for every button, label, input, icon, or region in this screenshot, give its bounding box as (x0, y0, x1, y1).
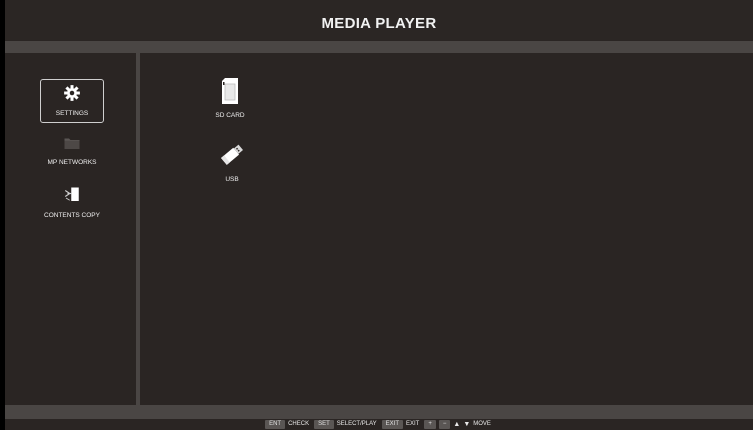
exit-label: EXIT (406, 421, 420, 427)
sidebar-item-label: SETTINGS (55, 110, 89, 117)
sidebar-item-contents-copy[interactable]: CONTENTS COPY (40, 186, 104, 219)
set-key: SET (314, 420, 334, 429)
exit-key: EXIT (381, 420, 403, 429)
sidebar-item-label: MP NETWORKS (47, 159, 97, 166)
move-label: MOVE (473, 421, 491, 427)
ent-key: ENT (265, 420, 286, 429)
sd-card-item[interactable]: SD CARD (200, 78, 260, 119)
usb-drive-icon (218, 140, 246, 173)
sd-card-label: SD CARD (215, 112, 245, 119)
usb-label: USB (225, 176, 239, 183)
file-browser: SD CARD USB (140, 53, 753, 405)
copy-icon (63, 186, 81, 209)
sidebar-item-mp-networks[interactable]: MP NETWORKS (40, 135, 104, 166)
top-divider (5, 41, 753, 53)
usb-item[interactable]: USB (202, 140, 262, 183)
minus-key: − (438, 420, 451, 429)
plus-key: + (424, 420, 436, 429)
sd-card-icon (222, 78, 238, 109)
title-bar: MEDIA PLAYER (5, 0, 753, 40)
page-title: MEDIA PLAYER (321, 14, 437, 32)
media-player-screen: MEDIA PLAYER SETTINGS MP NETWORKS CONTEN… (5, 0, 753, 430)
folder-icon (63, 135, 81, 156)
sidebar: SETTINGS MP NETWORKS CONTENTS COPY (5, 53, 135, 405)
arrow-down-icon: ▼ (463, 421, 471, 428)
select-play-label: SELECT/PLAY (336, 421, 377, 427)
sidebar-item-label: CONTENTS COPY (44, 212, 100, 219)
gear-icon (63, 84, 81, 107)
bottom-divider (5, 405, 753, 419)
key-guide: ENT CHECK SET SELECT/PLAY EXIT EXIT + − … (5, 419, 753, 430)
arrow-up-icon: ▲ (453, 421, 461, 428)
check-label: CHECK (288, 421, 310, 427)
sidebar-item-settings[interactable]: SETTINGS (40, 79, 104, 123)
